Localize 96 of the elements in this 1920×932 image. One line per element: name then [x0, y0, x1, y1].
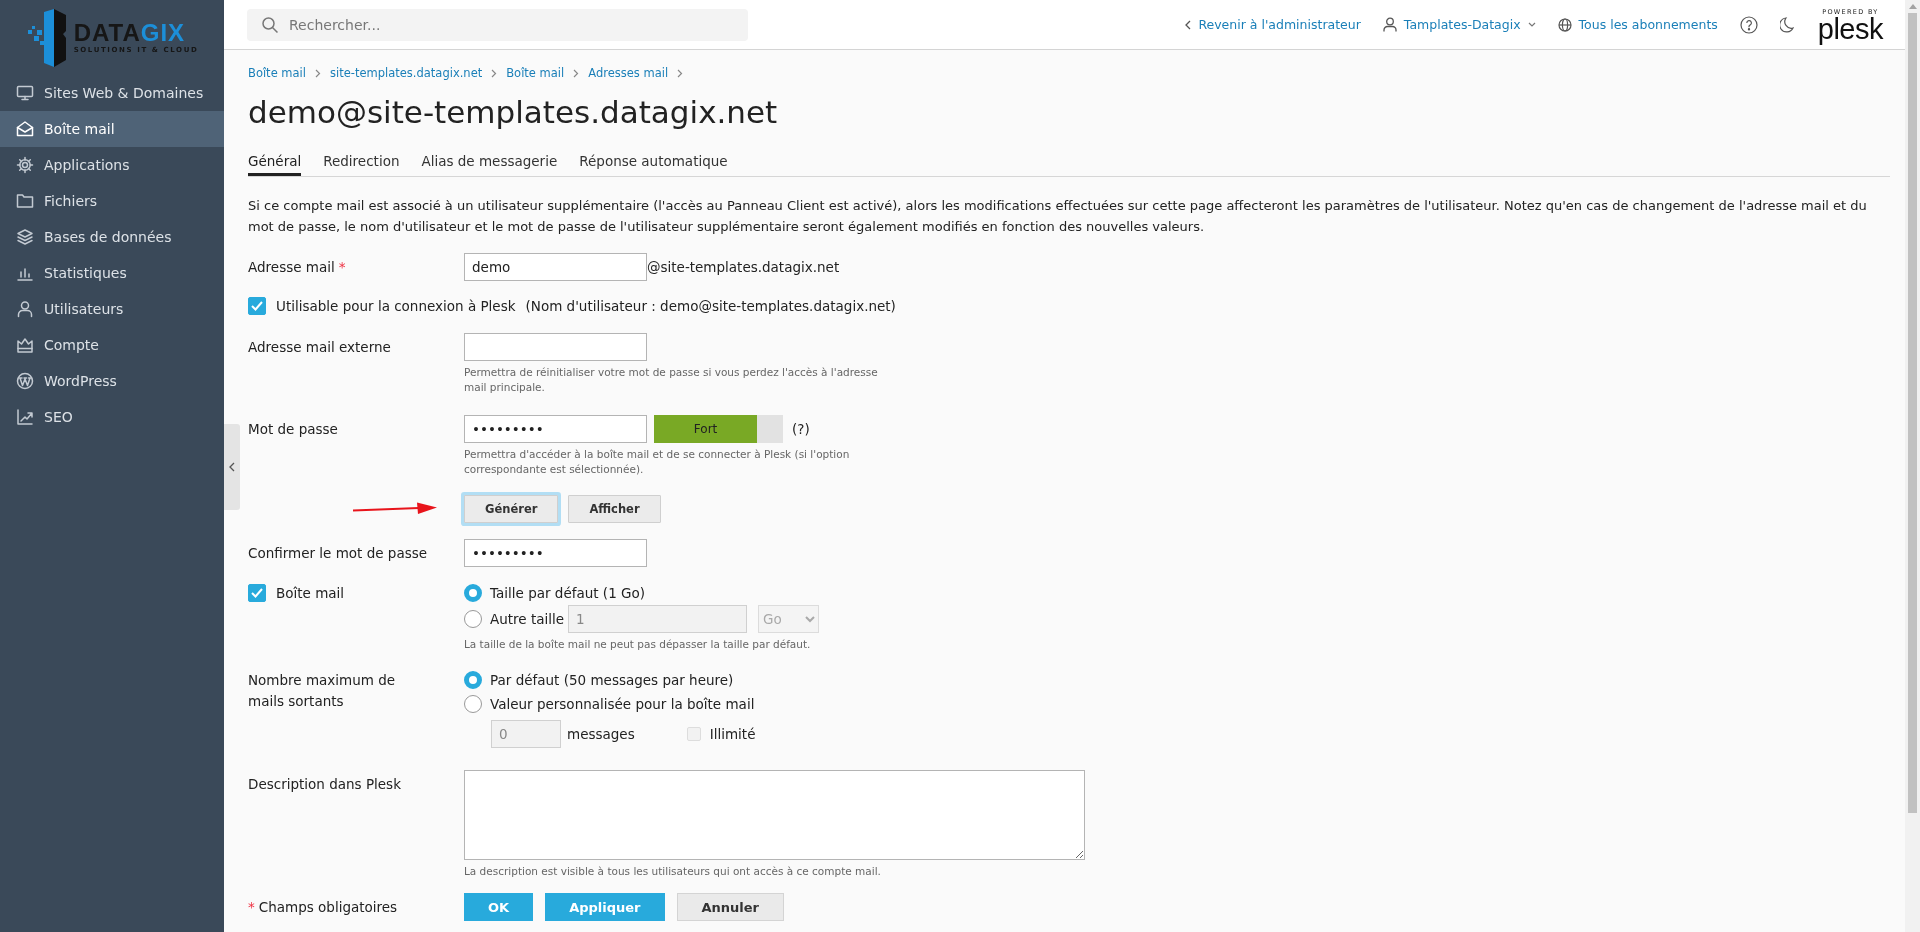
- sidebar-item[interactable]: Compte: [0, 327, 224, 363]
- folder-icon: [16, 192, 34, 210]
- radio-label: Valeur personnalisée pour la boîte mail: [490, 696, 755, 712]
- breadcrumb-link[interactable]: Boîte mail: [506, 66, 565, 80]
- checkbox-label: Illimité: [709, 726, 756, 742]
- sidebar-item-label: SEO: [44, 409, 73, 425]
- field-hint: La taille de la boîte mail ne peut pas dépasser la taille par défaut.: [464, 637, 811, 652]
- sidebar-item[interactable]: Applications: [0, 147, 224, 183]
- chevron-right-icon: [491, 68, 498, 78]
- sidebar-item[interactable]: Boîte mail: [0, 111, 224, 147]
- sidebar-item[interactable]: Bases de données: [0, 219, 224, 255]
- confirm-password-field[interactable]: •••••••••: [464, 539, 647, 567]
- password-button[interactable]: Afficher: [568, 495, 661, 523]
- chevron-right-icon: [677, 68, 684, 78]
- sidebar-item-label: Bases de données: [44, 229, 172, 245]
- username-note: (Nom d'utilisateur : demo@site-templates.datagix.net): [525, 298, 896, 314]
- sidebar-item-label: Utilisateurs: [44, 301, 124, 317]
- radio-label: Autre taille: [490, 611, 565, 627]
- description-field[interactable]: [464, 770, 1085, 860]
- password-button[interactable]: Générer: [464, 495, 559, 523]
- sidebar-item[interactable]: Statistiques: [0, 255, 224, 291]
- tab[interactable]: Alias de messagerie: [421, 148, 558, 176]
- radio-button[interactable]: [464, 610, 482, 628]
- radio-button[interactable]: [464, 695, 482, 713]
- form-button[interactable]: Annuler: [676, 893, 784, 921]
- checkbox[interactable]: [248, 584, 266, 602]
- sidebar-item[interactable]: Sites Web & Domaines: [0, 75, 224, 111]
- sidebar-item[interactable]: Utilisateurs: [0, 291, 224, 327]
- sidebar-item-label: Applications: [44, 157, 130, 173]
- chevron-right-icon: [315, 68, 321, 78]
- sidebar-item-label: Fichiers: [44, 193, 98, 209]
- page-title: demo@site-templates.datagix.net: [248, 93, 779, 132]
- caret-icon: [1527, 22, 1536, 27]
- sidebar-item-label: WordPress: [44, 373, 117, 389]
- scroll-up-icon[interactable]: [1908, 4, 1917, 9]
- field-hint: La description est visible à tous les utilisateurs qui ont accès à ce compte mail.: [464, 864, 881, 879]
- field-label: Mot de passe: [248, 421, 338, 437]
- sidebar-item-label: Statistiques: [44, 265, 127, 281]
- checkbox-label: Boîte mail: [276, 584, 345, 603]
- field-label: Adresse mail: [248, 259, 335, 275]
- moon-icon[interactable]: [1779, 16, 1794, 33]
- required-mark: *: [338, 259, 346, 275]
- wordpress-icon: [16, 372, 34, 390]
- crown-icon: [16, 336, 34, 354]
- email-field[interactable]: demo: [464, 253, 647, 281]
- logo-wordmark: DATAGIX: [73, 20, 186, 46]
- breadcrumb-link[interactable]: site-templates.datagix.net: [330, 66, 483, 80]
- sidebar-item[interactable]: WordPress: [0, 363, 224, 399]
- envelope-icon: [16, 120, 34, 138]
- chevron-left-icon: [1185, 19, 1192, 30]
- checkbox[interactable]: [248, 297, 266, 315]
- field-label: Confirmer le mot de passe: [248, 545, 428, 561]
- user-icon: [16, 300, 34, 318]
- field-hint: Permettra de réinitialiser votre mot de passe si vous perdez l'accès à l'adresse mail principale.: [464, 365, 879, 395]
- tab[interactable]: Réponse automatique: [579, 148, 728, 176]
- tab[interactable]: Redirection: [323, 148, 400, 176]
- radio-button[interactable]: [464, 584, 482, 602]
- sidebar-item-label: Boîte mail: [44, 121, 115, 137]
- external-email-field[interactable]: [464, 333, 647, 361]
- required-note: Champs obligatoires: [258, 899, 398, 915]
- scrollbar-thumb[interactable]: [1908, 13, 1917, 813]
- count-unit-label: messages: [567, 726, 635, 742]
- help-link[interactable]: (?): [792, 421, 810, 437]
- header-link[interactable]: Tous les abonnements: [1557, 17, 1718, 32]
- required-mark: *: [248, 899, 255, 915]
- sidebar-collapse-handle[interactable]: [224, 424, 240, 510]
- user-icon: [1382, 17, 1397, 32]
- tab[interactable]: Général: [248, 148, 302, 176]
- sidebar-item-label: Sites Web & Domaines: [44, 85, 204, 101]
- field-label: Description dans Plesk: [248, 776, 401, 792]
- field-hint: Permettra d'accéder à la boîte mail et de se connecter à Plesk (si l'option correspondante est sélectionnée).: [464, 447, 851, 477]
- sidebar-item-label: Compte: [44, 337, 99, 353]
- monitor-icon: [16, 84, 34, 102]
- checkbox-label: Utilisable pour la connexion à Plesk: [276, 298, 516, 314]
- globe-icon: [1557, 17, 1572, 32]
- gear-icon: [16, 156, 34, 174]
- intro-paragraph: Si ce compte mail est associé à un utilisateur supplémentaire (l'accès au Panneau Client est activé), alors les modifications effectuées sur cette page affecteront les paramètres de l'utilisateur. Notez qu'en cas de changement de l'adresse mail et du mot de passe, le nom d'utilisateur et le mot de passe de l'utilisateur supplémentaire seront également modifiés en fonction des nouvelles valeurs.: [248, 197, 1868, 236]
- help-icon[interactable]: [1739, 15, 1758, 34]
- field-label: Adresse mail externe: [248, 339, 391, 355]
- email-domain: @site-templates.datagix.net: [647, 259, 840, 275]
- field-label: Nombre maximum de mails sortants: [248, 672, 396, 709]
- radio-button[interactable]: [464, 671, 482, 689]
- radio-label: Par défaut (50 messages par heure): [490, 672, 734, 688]
- breadcrumb-link[interactable]: Adresses mail: [588, 66, 669, 80]
- search-field[interactable]: Rechercher...: [247, 8, 748, 41]
- breadcrumb-link[interactable]: Boîte mail: [248, 66, 306, 80]
- sidebar-item[interactable]: SEO: [0, 399, 224, 435]
- sidebar-item[interactable]: Fichiers: [0, 183, 224, 219]
- chevron-right-icon: [573, 68, 580, 78]
- strength-label: Fort: [693, 422, 718, 436]
- header-link[interactable]: Tamplates-Datagix: [1382, 17, 1536, 32]
- password-field[interactable]: •••••••••: [464, 415, 647, 443]
- radio-label: Taille par défaut (1 Go): [490, 585, 645, 601]
- layers-icon: [16, 228, 34, 246]
- chart-arrow-icon: [16, 408, 34, 426]
- header-link[interactable]: Revenir à l'administrateur: [1185, 17, 1361, 32]
